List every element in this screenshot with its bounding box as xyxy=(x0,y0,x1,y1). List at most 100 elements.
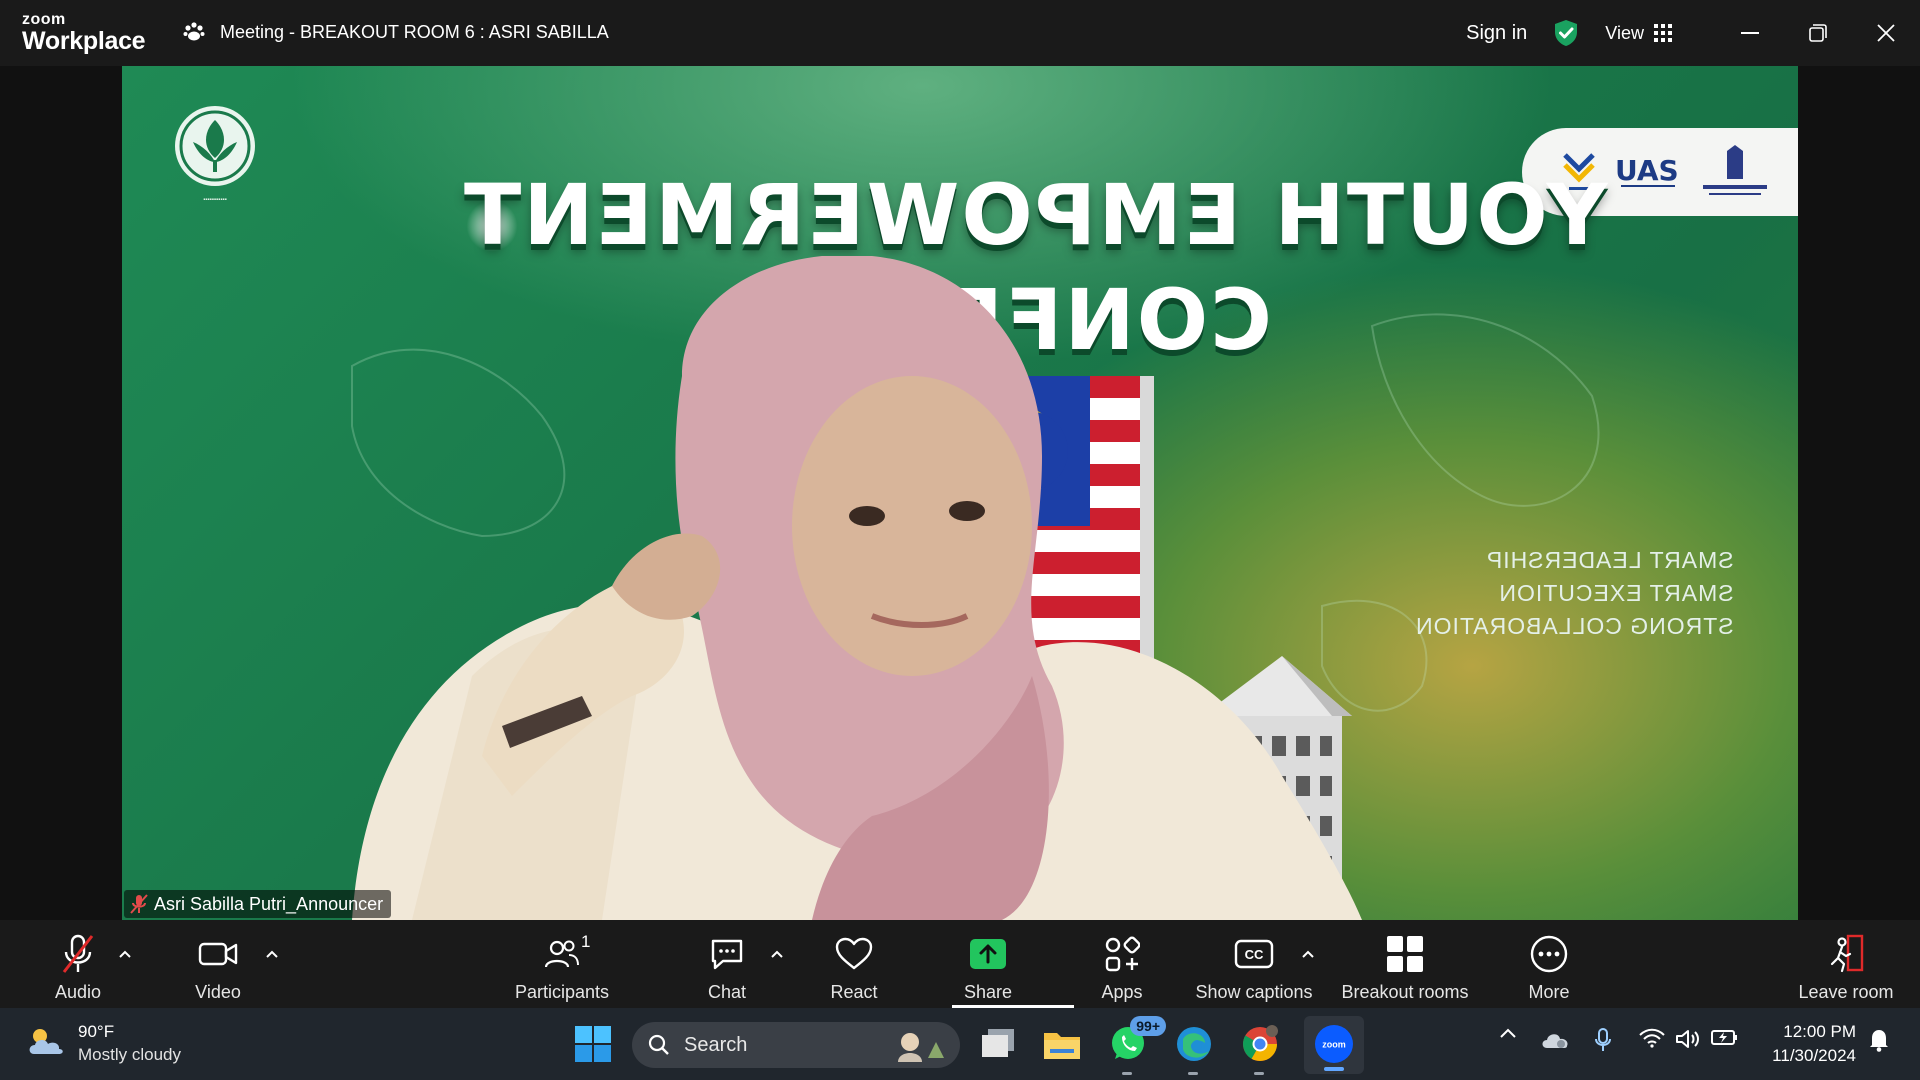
audio-button[interactable]: Audio xyxy=(40,920,116,1008)
breakout-rooms-button[interactable]: Breakout rooms xyxy=(1338,920,1472,1008)
background-tagline: SMART LEADERSHIP SMART EXECUTION STRONG … xyxy=(1415,544,1734,643)
partner-logo-2: UAS xyxy=(1615,154,1679,187)
participants-count: 1 xyxy=(581,932,591,951)
taskbar-search[interactable]: Search xyxy=(632,1022,960,1068)
video-label: Video xyxy=(195,982,241,1002)
conference-logo-caption: ▪▪▪▪▪▪▪▪▪▪▪ xyxy=(203,197,227,203)
leave-room-label: Leave room xyxy=(1798,982,1894,1002)
apps-icon xyxy=(1104,934,1140,974)
zoom-taskbar-button[interactable]: zoom xyxy=(1304,1016,1364,1074)
react-button[interactable]: React xyxy=(826,920,882,1008)
chevron-up-icon xyxy=(1500,1028,1516,1038)
chevron-up-icon xyxy=(1302,950,1314,958)
title-bar: zoom Workplace Meeting - BREAKOUT ROOM 6… xyxy=(0,0,1920,66)
running-indicator xyxy=(1188,1072,1198,1075)
background-headline-1: YOUTH EMPOWERMENT xyxy=(462,166,1608,264)
microphone-tray-button[interactable] xyxy=(1592,1028,1614,1052)
partner-logo-3 xyxy=(1703,145,1767,195)
battery-tray-button[interactable] xyxy=(1710,1028,1740,1046)
conference-logo: ▪▪▪▪▪▪▪▪▪▪▪ xyxy=(170,104,260,204)
battery-charging-icon xyxy=(1711,1030,1737,1045)
close-icon xyxy=(1877,24,1895,42)
task-view-icon xyxy=(982,1029,1014,1057)
participants-button[interactable]: 1 Participants xyxy=(510,920,614,1008)
audio-options-caret[interactable] xyxy=(115,944,135,964)
camera-icon xyxy=(198,934,238,974)
cloudy-weather-icon xyxy=(26,1024,66,1063)
search-highlight-icon xyxy=(898,1033,944,1062)
wifi-icon xyxy=(1639,1028,1665,1048)
wifi-tray-button[interactable] xyxy=(1638,1028,1666,1048)
more-label: More xyxy=(1528,982,1570,1002)
sign-in-link[interactable]: Sign in xyxy=(1466,22,1527,45)
windows-taskbar: 90°F Mostly cloudy Search 99+ zoom 12:00… xyxy=(0,1008,1920,1080)
mic-muted-icon xyxy=(130,894,148,914)
leave-room-icon xyxy=(1826,934,1866,974)
grid-icon xyxy=(1654,24,1672,42)
tagline-line: SMART LEADERSHIP xyxy=(1486,547,1734,573)
participants-icon: 1 xyxy=(545,932,590,974)
chrome-button[interactable] xyxy=(1238,1022,1282,1075)
tagline-line: STRONG COLLABORATION xyxy=(1415,613,1734,639)
close-button[interactable] xyxy=(1852,0,1920,66)
shield-check-icon[interactable] xyxy=(1553,19,1579,47)
more-icon xyxy=(1530,934,1568,974)
video-stage: ▪▪▪▪▪▪▪▪▪▪▪ UAS YOUTH EMPOWERMENT CONFER… xyxy=(0,66,1920,920)
chat-button[interactable]: Chat xyxy=(700,920,754,1008)
running-indicator xyxy=(1254,1072,1264,1075)
titlebar-controls: Sign in View xyxy=(1466,0,1920,66)
react-label: React xyxy=(830,982,878,1002)
chevron-up-icon xyxy=(771,950,783,958)
file-explorer-button[interactable] xyxy=(1040,1022,1084,1066)
weather-widget[interactable]: 90°F Mostly cloudy xyxy=(26,1022,181,1065)
heart-icon xyxy=(835,934,873,974)
clock-time: 12:00 PM xyxy=(1783,1022,1856,1041)
share-button[interactable]: Share xyxy=(960,920,1016,1008)
clock-date: 11/30/2024 xyxy=(1772,1046,1856,1065)
more-button[interactable]: More xyxy=(1523,920,1575,1008)
meeting-title-group: Meeting - BREAKOUT ROOM 6 : ASRI SABILLA xyxy=(182,20,609,44)
share-label: Share xyxy=(963,982,1013,1002)
weather-cloud-icon xyxy=(1542,1034,1568,1048)
search-icon xyxy=(648,1034,669,1055)
participants-label: Participants xyxy=(514,982,610,1002)
apps-label: Apps xyxy=(1101,982,1143,1002)
restore-icon xyxy=(1809,24,1827,42)
system-clock[interactable]: 12:00 PM 11/30/2024 xyxy=(1754,1020,1856,1068)
svg-text:UAS: UAS xyxy=(1615,154,1679,187)
volume-tray-button[interactable] xyxy=(1674,1028,1702,1050)
start-button[interactable] xyxy=(571,1022,615,1066)
meeting-title: Meeting - BREAKOUT ROOM 6 : ASRI SABILLA xyxy=(220,21,609,42)
participant-video[interactable]: ▪▪▪▪▪▪▪▪▪▪▪ UAS YOUTH EMPOWERMENT CONFER… xyxy=(122,66,1798,920)
participant-person xyxy=(352,256,1362,920)
whatsapp-button[interactable]: 99+ xyxy=(1106,1016,1166,1075)
microphone-icon xyxy=(1595,1028,1611,1051)
chat-options-caret[interactable] xyxy=(767,944,787,964)
onedrive-tray-button[interactable] xyxy=(1540,1028,1570,1050)
chevron-up-icon xyxy=(119,950,131,958)
view-button[interactable]: View xyxy=(1605,23,1672,44)
show-captions-button[interactable]: CC Show captions xyxy=(1193,920,1315,1008)
apps-button[interactable]: Apps xyxy=(1096,920,1148,1008)
chrome-icon xyxy=(1243,1025,1278,1061)
edge-button[interactable] xyxy=(1172,1022,1216,1075)
tagline-line: SMART EXECUTION xyxy=(1498,580,1734,606)
participant-name-tag: Asri Sabilla Putri_Announcer xyxy=(124,890,392,918)
zoom-app-label: zoom xyxy=(1322,1040,1346,1050)
minimize-button[interactable] xyxy=(1716,0,1784,66)
brand-bottom: Workplace xyxy=(22,27,146,55)
bell-icon xyxy=(1870,1030,1888,1052)
zoom-workplace-logo: zoom Workplace xyxy=(22,12,146,55)
running-indicator xyxy=(1122,1072,1132,1075)
restore-button[interactable] xyxy=(1784,0,1852,66)
task-view-button[interactable] xyxy=(976,1022,1020,1066)
leave-room-button[interactable]: Leave room xyxy=(1796,920,1896,1008)
notifications-button[interactable] xyxy=(1866,1028,1892,1052)
captions-options-caret[interactable] xyxy=(1298,944,1318,964)
video-options-caret[interactable] xyxy=(262,944,282,964)
folder-icon xyxy=(1044,1033,1080,1059)
show-hidden-icons-button[interactable] xyxy=(1496,1028,1520,1038)
mic-muted-icon xyxy=(60,934,96,974)
video-button[interactable]: Video xyxy=(180,920,256,1008)
paw-icon xyxy=(182,20,206,44)
